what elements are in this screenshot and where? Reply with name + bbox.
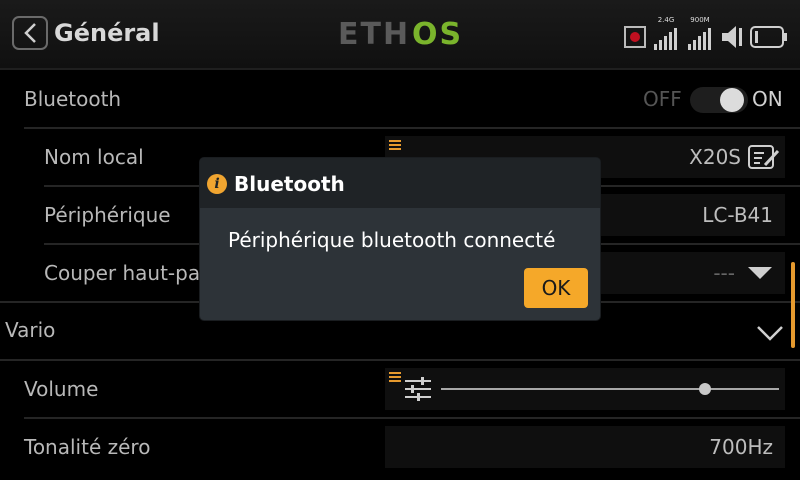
bluetooth-toggle-knob[interactable] — [720, 88, 744, 112]
bluetooth-dialog: i Bluetooth Périphérique bluetooth conne… — [200, 158, 600, 320]
dialog-message: Périphérique bluetooth connecté — [228, 228, 556, 252]
back-button[interactable] — [12, 16, 48, 50]
vario-label: Vario — [5, 318, 56, 342]
record-icon — [624, 26, 646, 48]
dialog-header: i Bluetooth — [200, 158, 600, 208]
dialog-title: Bluetooth — [234, 172, 345, 196]
volume-field[interactable] — [385, 368, 785, 410]
couper-value: --- — [713, 261, 735, 285]
row-volume: Volume — [0, 360, 800, 418]
dropdown-arrow-icon — [748, 267, 772, 279]
ok-button[interactable]: OK — [524, 268, 588, 308]
tonalite-field[interactable]: 700Hz — [385, 426, 785, 468]
signal-900m-icon: 900M — [686, 16, 714, 50]
tonalite-value: 700Hz — [709, 435, 773, 459]
bluetooth-label: Bluetooth — [24, 87, 122, 111]
nom-local-value: X20S — [689, 145, 741, 169]
battery-icon — [750, 26, 787, 48]
row-tonalite: Tonalité zéro 700Hz — [0, 418, 800, 476]
tonalite-label: Tonalité zéro — [24, 435, 151, 459]
volume-label: Volume — [24, 377, 99, 401]
status-area: 2.4G 900M — [624, 14, 788, 50]
row-bluetooth: Bluetooth OFF ON — [0, 70, 800, 128]
couper-label: Couper haut-pa — [44, 261, 201, 285]
toggle-off-label: OFF — [643, 87, 682, 111]
page-title: Général — [54, 19, 160, 47]
top-bar: Général ETH OS 2.4G 900M — [0, 0, 800, 68]
svg-text:ETH: ETH — [338, 17, 410, 52]
peripherique-label: Périphérique — [44, 203, 171, 227]
info-icon: i — [207, 174, 227, 194]
volume-slider-track[interactable] — [441, 388, 779, 390]
toggle-on-label: ON — [752, 87, 783, 111]
chevron-left-icon — [24, 23, 36, 43]
menu-lines-icon — [389, 372, 401, 382]
svg-text:OS: OS — [412, 17, 463, 52]
signal-2g4-label: 2.4G — [657, 16, 675, 24]
signal-900m-label: 900M — [690, 16, 710, 24]
scrollbar[interactable] — [791, 262, 795, 348]
signal-2g4-icon: 2.4G — [652, 16, 680, 50]
peripherique-value: LC-B41 — [702, 203, 773, 227]
edit-icon[interactable] — [747, 143, 781, 171]
ethos-logo: ETH OS — [338, 17, 463, 52]
sliders-icon[interactable] — [403, 376, 433, 402]
volume-slider-knob[interactable] — [698, 383, 711, 395]
nom-local-label: Nom local — [44, 145, 144, 169]
speaker-icon — [722, 26, 742, 48]
chevron-down-icon[interactable] — [756, 324, 784, 342]
menu-lines-icon — [389, 140, 401, 150]
